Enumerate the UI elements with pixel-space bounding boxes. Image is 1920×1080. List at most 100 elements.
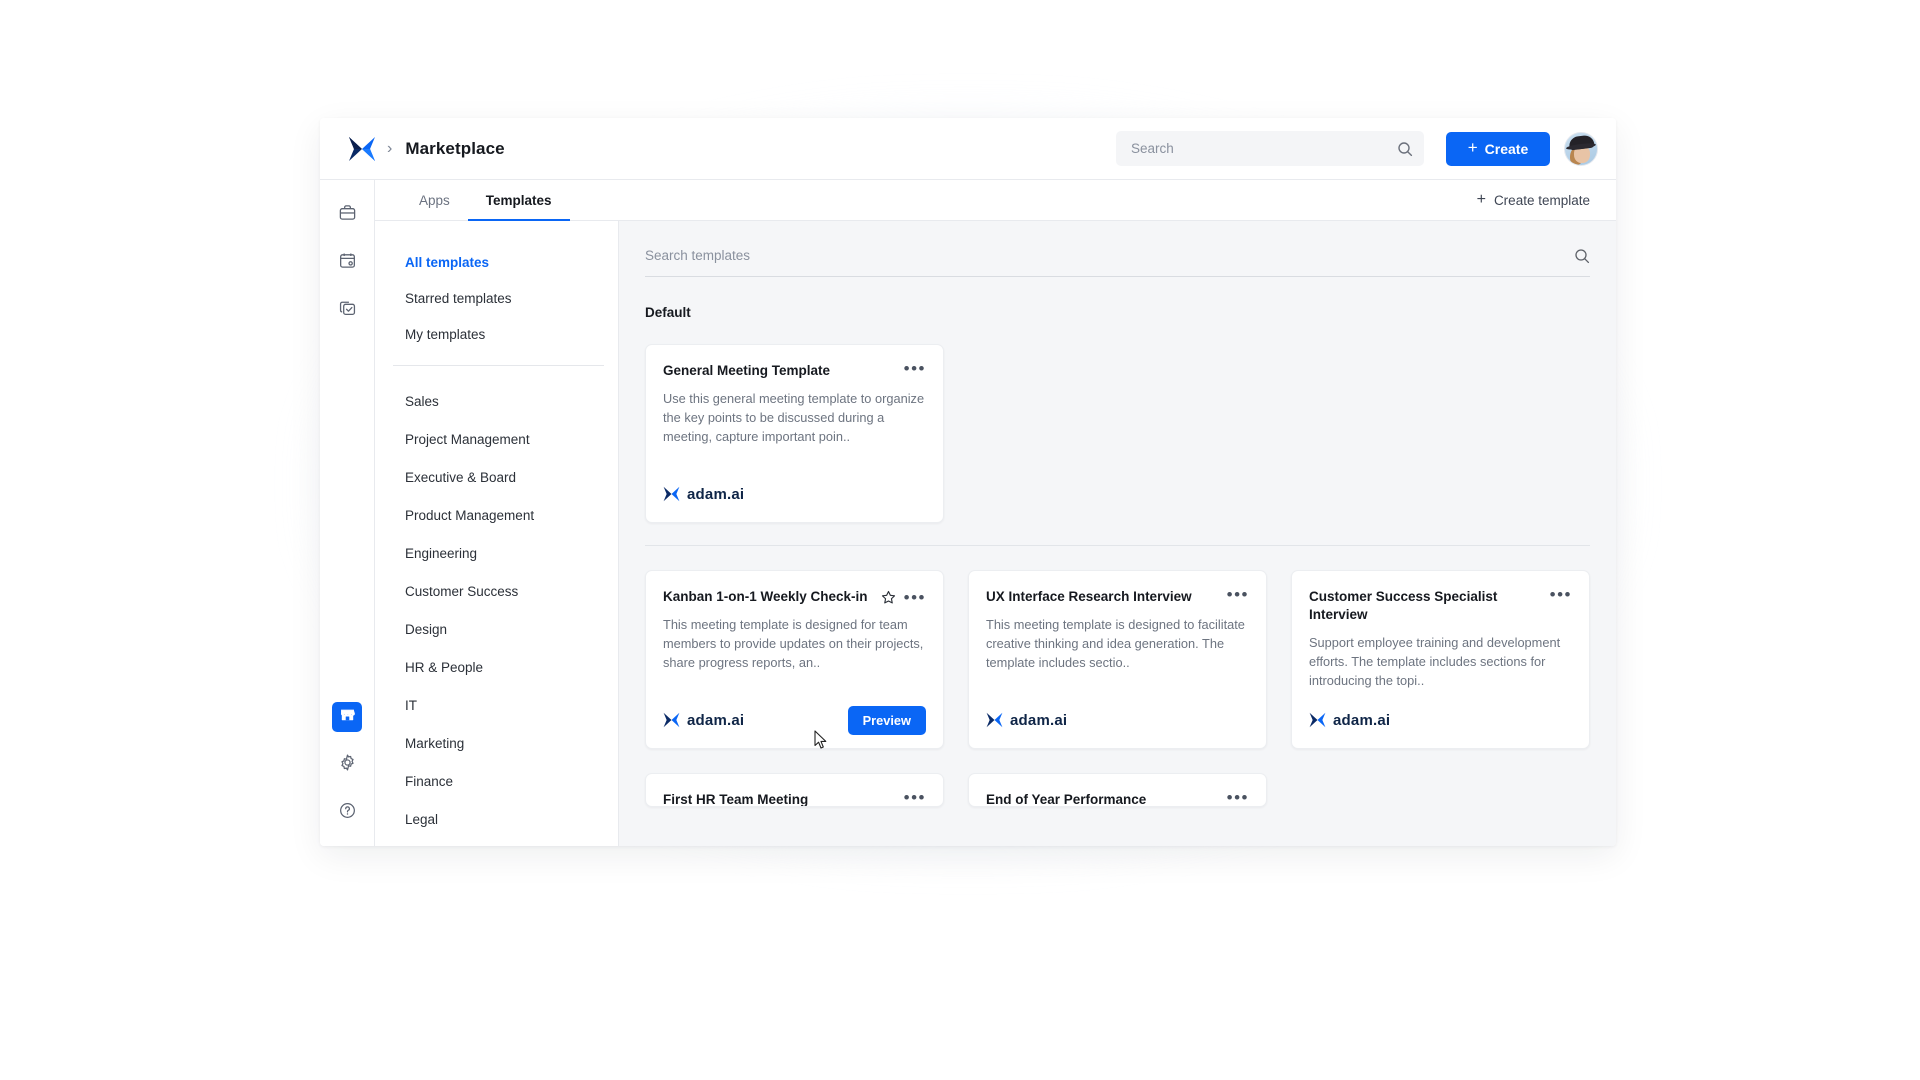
- search-icon[interactable]: [1574, 248, 1590, 264]
- app-window: › Marketplace + Create: [320, 118, 1616, 846]
- brand-mark: adam.ai: [663, 486, 744, 503]
- sidebar-item-legal[interactable]: Legal: [375, 804, 618, 834]
- template-title: End of Year Performance: [986, 791, 1219, 807]
- template-title: Customer Success Specialist Interview: [1309, 588, 1542, 624]
- sidebar-item-project-management[interactable]: Project Management: [375, 424, 618, 454]
- card-actions: •••: [1550, 588, 1572, 599]
- search-templates-input[interactable]: [645, 248, 1574, 263]
- rail-item-calendar[interactable]: [332, 248, 362, 278]
- grid-empty-cell: [1291, 344, 1590, 523]
- marketplace-store-icon: [339, 706, 356, 728]
- template-title: General Meeting Template: [663, 362, 896, 380]
- avatar[interactable]: [1564, 132, 1598, 166]
- brand-mark: adam.ai: [986, 712, 1067, 729]
- brand-name: adam.ai: [1333, 712, 1390, 729]
- brand-name: adam.ai: [687, 486, 744, 503]
- sidebar-item-sales[interactable]: Sales: [375, 386, 618, 416]
- search-icon[interactable]: [1397, 141, 1413, 157]
- template-card[interactable]: End of Year Performance •••: [968, 773, 1267, 807]
- template-description: This meeting template is designed to fac…: [986, 616, 1249, 707]
- sidebar-item-engineering[interactable]: Engineering: [375, 538, 618, 568]
- default-template-grid: General Meeting Template ••• Use this ge…: [645, 344, 1590, 523]
- template-card[interactable]: UX Interface Research Interview ••• This…: [968, 570, 1267, 749]
- sidebar-item-all-templates[interactable]: All templates: [375, 247, 618, 277]
- sidebar-item-design[interactable]: Design: [375, 614, 618, 644]
- create-button-label: Create: [1485, 141, 1529, 157]
- template-title: UX Interface Research Interview: [986, 588, 1219, 606]
- rail-item-briefcase[interactable]: [332, 200, 362, 230]
- global-search[interactable]: [1116, 131, 1424, 166]
- card-actions: •••: [904, 362, 926, 373]
- template-description: Support employee training and developmen…: [1309, 634, 1572, 707]
- grid-empty-cell: [1291, 773, 1590, 807]
- sidebar-item-product-management[interactable]: Product Management: [375, 500, 618, 530]
- rail-item-marketplace[interactable]: [332, 702, 362, 732]
- card-header: UX Interface Research Interview •••: [986, 588, 1249, 606]
- sidebar-item-my-templates[interactable]: My templates: [375, 319, 618, 349]
- brand-name: adam.ai: [687, 712, 744, 729]
- more-options-icon[interactable]: •••: [904, 364, 926, 373]
- preview-button[interactable]: Preview: [848, 706, 926, 735]
- card-header: Kanban 1-on-1 Weekly Check-in •••: [663, 588, 926, 606]
- sidebar-item-hr-and-people[interactable]: HR & People: [375, 652, 618, 682]
- template-card[interactable]: First HR Team Meeting •••: [645, 773, 944, 807]
- card-header: End of Year Performance •••: [986, 791, 1249, 807]
- section-divider: [645, 545, 1590, 546]
- card-footer: adam.ai: [663, 481, 926, 507]
- template-description: Use this general meeting template to org…: [663, 390, 926, 481]
- category-sidebar: All templates Starred templates My templ…: [375, 221, 619, 846]
- category-group: Sales Project Management Executive & Boa…: [375, 386, 618, 834]
- card-actions: •••: [1227, 791, 1249, 802]
- sidebar-item-finance[interactable]: Finance: [375, 766, 618, 796]
- briefcase-icon: [338, 203, 357, 227]
- panes: All templates Starred templates My templ…: [375, 221, 1616, 846]
- tasks-checkbox-icon: [338, 299, 357, 323]
- card-header: General Meeting Template •••: [663, 362, 926, 380]
- card-footer: adam.ai Preview: [663, 707, 926, 733]
- create-button[interactable]: + Create: [1446, 132, 1550, 166]
- help-circle-icon: [338, 801, 357, 825]
- window-body: Apps Templates + Create template All tem…: [320, 180, 1616, 846]
- tab-apps[interactable]: Apps: [401, 180, 468, 220]
- templates-search[interactable]: [645, 235, 1590, 277]
- template-description: This meeting template is designed for te…: [663, 616, 926, 707]
- top-bar: › Marketplace + Create: [320, 118, 1616, 180]
- more-options-icon[interactable]: •••: [1550, 590, 1572, 599]
- tabbar-spacer: [570, 180, 1475, 220]
- sidebar-divider: [393, 365, 604, 366]
- adam-ai-logo-icon[interactable]: [348, 136, 376, 162]
- more-options-icon[interactable]: •••: [1227, 590, 1249, 599]
- tab-bar: Apps Templates + Create template: [375, 180, 1616, 221]
- content-area: Apps Templates + Create template All tem…: [375, 180, 1616, 846]
- rail-item-settings[interactable]: [332, 750, 362, 780]
- card-footer: adam.ai: [986, 707, 1249, 733]
- sidebar-item-starred-templates[interactable]: Starred templates: [375, 283, 618, 313]
- screen: › Marketplace + Create: [0, 0, 1920, 1080]
- nav-rail: [320, 180, 375, 846]
- template-grid: Kanban 1-on-1 Weekly Check-in •••: [645, 570, 1590, 749]
- more-options-icon[interactable]: •••: [1227, 793, 1249, 802]
- card-actions: •••: [904, 791, 926, 802]
- brand-mark: adam.ai: [663, 712, 744, 729]
- brand-mark: adam.ai: [1309, 712, 1390, 729]
- star-icon[interactable]: [881, 590, 896, 605]
- create-template-button[interactable]: + Create template: [1475, 180, 1592, 220]
- more-options-icon[interactable]: •••: [904, 793, 926, 802]
- sidebar-item-executive-and-board[interactable]: Executive & Board: [375, 462, 618, 492]
- search-input[interactable]: [1131, 141, 1397, 156]
- rail-item-tasks[interactable]: [332, 296, 362, 326]
- more-options-icon[interactable]: •••: [904, 593, 926, 602]
- template-card[interactable]: Customer Success Specialist Interview ••…: [1291, 570, 1590, 749]
- template-grid-partial: First HR Team Meeting ••• End of Year Pe…: [645, 773, 1590, 807]
- tab-templates[interactable]: Templates: [468, 180, 570, 220]
- card-header: First HR Team Meeting •••: [663, 791, 926, 807]
- rail-item-help[interactable]: [332, 798, 362, 828]
- sidebar-item-customer-success[interactable]: Customer Success: [375, 576, 618, 606]
- templates-pane: Default General Meeting Template •••: [619, 221, 1616, 846]
- card-footer: adam.ai: [1309, 707, 1572, 733]
- template-card[interactable]: Kanban 1-on-1 Weekly Check-in •••: [645, 570, 944, 749]
- sidebar-item-it[interactable]: IT: [375, 690, 618, 720]
- adam-ai-logo-icon: [663, 486, 680, 502]
- template-card[interactable]: General Meeting Template ••• Use this ge…: [645, 344, 944, 523]
- sidebar-item-marketing[interactable]: Marketing: [375, 728, 618, 758]
